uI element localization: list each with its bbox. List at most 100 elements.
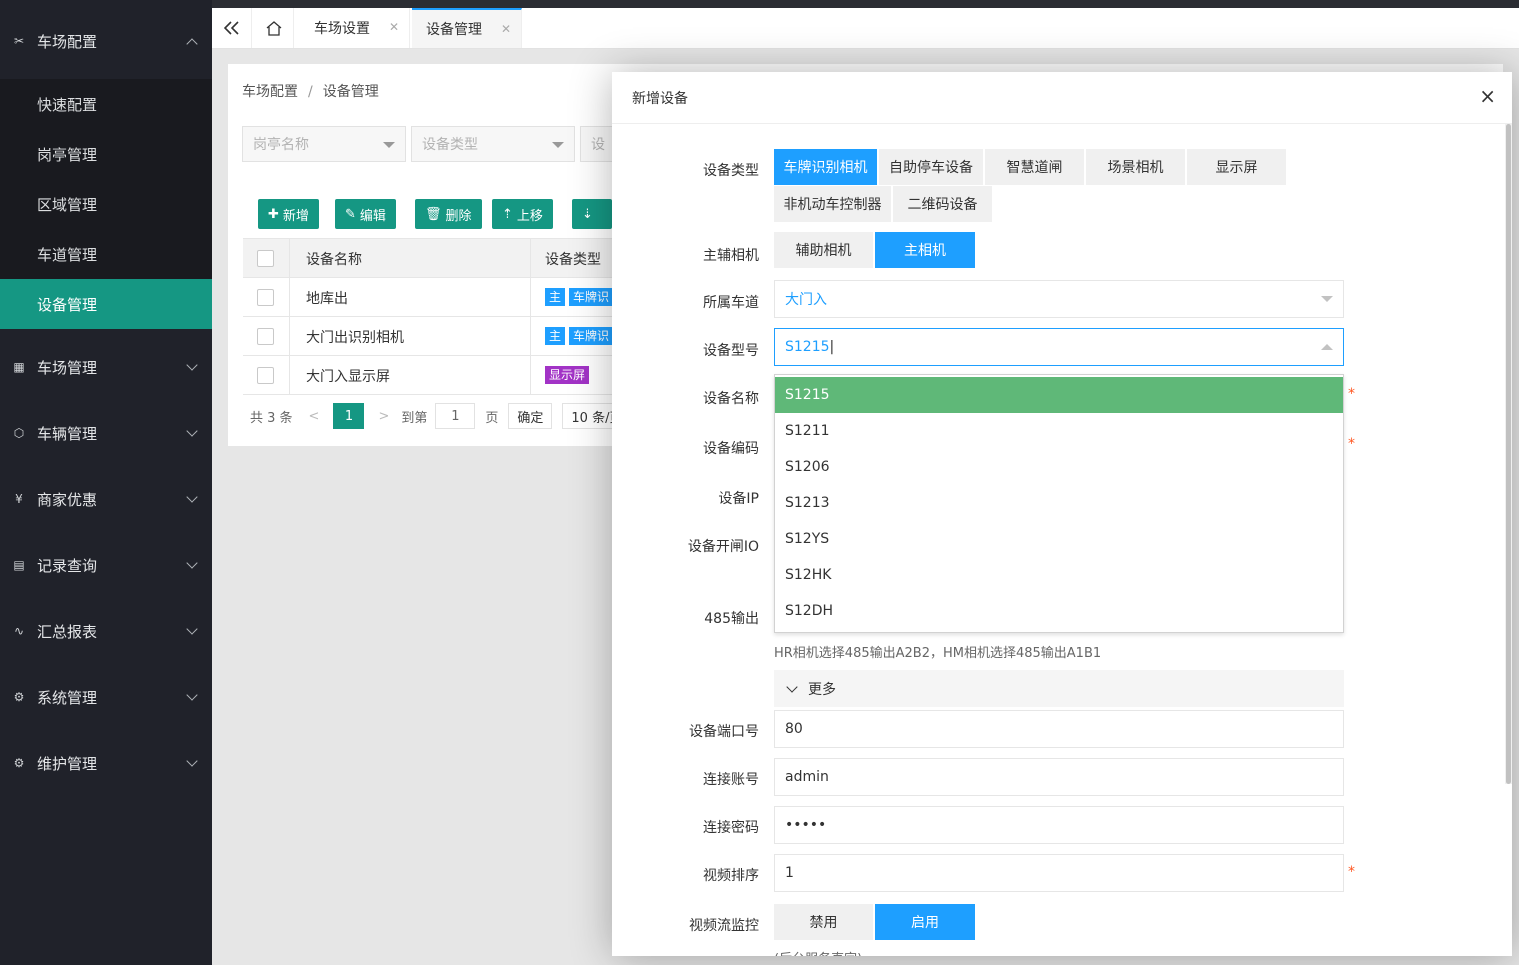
divider [530, 278, 531, 317]
sidebar-group-label: 汇总报表 [37, 622, 98, 641]
device-type-select[interactable]: 设备类型 [411, 126, 575, 162]
tab-label: 车场设置 [314, 21, 370, 37]
collapse-sidebar-button[interactable] [212, 8, 252, 48]
main-badge: 主 [545, 288, 566, 306]
password-input[interactable]: ••••• [774, 806, 1344, 844]
main-camera-option[interactable]: 主相机 [875, 232, 975, 268]
row-checkbox[interactable] [257, 367, 274, 384]
lane-select[interactable]: 大门入 [774, 280, 1344, 318]
prev-page-icon[interactable]: < [309, 409, 320, 424]
sidebar-group-reports[interactable]: ∿ 汇总报表 [0, 598, 212, 664]
chevron-down-icon [186, 689, 198, 701]
video-order-input[interactable]: 1 [774, 854, 1344, 892]
device-type-option[interactable]: 智慧道闸 [985, 149, 1084, 185]
port-value: 80 [785, 721, 803, 737]
select-all-checkbox[interactable] [257, 250, 274, 267]
chevron-down-icon [186, 359, 198, 371]
move-up-button[interactable]: ⇡ 上移 [492, 199, 553, 229]
delete-button[interactable]: 🗑 删除 [415, 199, 482, 229]
sidebar-item-device[interactable]: 设备管理 [0, 279, 212, 329]
more-toggle[interactable]: 更多 [774, 670, 1344, 707]
model-option[interactable]: S12DH [775, 593, 1343, 629]
sidebar-group-merchant[interactable]: ¥ 商家优惠 [0, 466, 212, 532]
sidebar-group-label: 车辆管理 [37, 424, 98, 443]
model-option[interactable]: S12HK [775, 557, 1343, 593]
aux-camera-option[interactable]: 辅助相机 [774, 232, 873, 268]
device-type-option[interactable]: 显示屏 [1187, 149, 1286, 185]
sidebar-item-quick-config[interactable]: 快速配置 [0, 79, 212, 129]
model-select[interactable]: S1215 | [774, 328, 1344, 366]
tab-device-management[interactable]: 设备管理 ✕ [412, 8, 522, 48]
model-option[interactable]: S1206 [775, 449, 1343, 485]
monitor-enable-option[interactable]: 启用 [875, 904, 975, 940]
add-device-modal: 新增设备 × 设备类型 车牌识别相机 自助停车设备 智慧道闸 场景相机 显示屏 … [612, 72, 1512, 956]
home-button[interactable] [254, 8, 294, 48]
port-input[interactable]: 80 [774, 710, 1344, 748]
sidebar-group-parking-config[interactable]: ✂ 车场配置 [0, 8, 212, 74]
next-page-icon[interactable]: > [378, 409, 389, 424]
chevron-down-icon [186, 557, 198, 569]
tab-parking-settings[interactable]: 车场设置 ✕ [300, 8, 410, 48]
current-page[interactable]: 1 [333, 403, 365, 429]
goto-confirm-button[interactable]: 确定 [508, 403, 553, 429]
model-option[interactable]: S1213 [775, 485, 1343, 521]
divider [289, 317, 290, 356]
sidebar-group-label: 系统管理 [37, 688, 98, 707]
sidebar-item-lane[interactable]: 车道管理 [0, 229, 212, 279]
button-label: 上移 [516, 208, 543, 224]
close-icon[interactable]: × [1479, 86, 1496, 106]
row-checkbox[interactable] [257, 328, 274, 345]
divider [530, 317, 531, 356]
account-input[interactable]: admin [774, 758, 1344, 796]
scrollbar[interactable] [1505, 124, 1512, 784]
device-type-label: 设备类型 [703, 163, 759, 179]
model-option[interactable]: S1215 [775, 377, 1343, 413]
tools-icon: ✂ [13, 34, 25, 48]
sidebar-group-system[interactable]: ⚙ 系统管理 [0, 664, 212, 730]
port-label: 设备端口号 [689, 724, 759, 740]
sidebar-item-booth[interactable]: 岗亭管理 [0, 129, 212, 179]
modal-header: 新增设备 [612, 72, 1512, 124]
sidebar-group-parking[interactable]: ▦ 车场管理 [0, 334, 212, 400]
close-icon[interactable]: ✕ [389, 20, 399, 34]
gear-icon: ⚙ [13, 756, 25, 770]
sort-down-icon: ⇣ [582, 206, 593, 222]
booth-name-select[interactable]: 岗亭名称 [242, 126, 406, 162]
edit-icon: ✎ [345, 206, 356, 222]
device-type-option[interactable]: 非机动车控制器 [774, 186, 891, 222]
name-label: 设备名称 [703, 391, 759, 407]
move-down-button[interactable]: ⇣ [572, 199, 612, 229]
code-label: 设备编码 [703, 441, 759, 457]
tab-label: 设备管理 [426, 22, 482, 38]
device-type-option[interactable]: 场景相机 [1086, 149, 1185, 185]
select-placeholder: 设 [591, 137, 605, 153]
sidebar-group-vehicle[interactable]: ⬡ 车辆管理 [0, 400, 212, 466]
main-badge: 主 [545, 327, 566, 345]
more-label: 更多 [808, 681, 836, 698]
device-type-option[interactable]: 二维码设备 [893, 186, 992, 222]
model-option[interactable]: S1211 [775, 413, 1343, 449]
close-icon[interactable]: ✕ [501, 22, 511, 36]
edit-button[interactable]: ✎ 编辑 [335, 199, 396, 229]
yen-icon: ¥ [15, 492, 23, 506]
monitor-disable-option[interactable]: 禁用 [774, 904, 873, 940]
modal-title: 新增设备 [632, 90, 688, 107]
divider [289, 356, 290, 395]
breadcrumb-item[interactable]: 车场配置 [242, 84, 298, 100]
scrollbar-thumb[interactable] [1506, 124, 1511, 784]
divider [289, 278, 290, 317]
device-type-cell: 显示屏 [545, 366, 590, 384]
sidebar-group-records[interactable]: ▤ 记录查询 [0, 532, 212, 598]
goto-page-input[interactable]: 1 [435, 403, 476, 429]
sidebar-group-maintenance[interactable]: ⚙ 维护管理 [0, 730, 212, 796]
model-option[interactable]: S12YS [775, 521, 1343, 557]
device-type-option[interactable]: 自助停车设备 [879, 149, 983, 185]
button-label: 新增 [282, 208, 309, 224]
divider [530, 356, 531, 395]
chevron-up-icon [186, 38, 198, 50]
add-button[interactable]: ✚ 新增 [258, 199, 319, 229]
required-mark: * [1348, 386, 1355, 402]
row-checkbox[interactable] [257, 289, 274, 306]
sidebar-item-area[interactable]: 区域管理 [0, 179, 212, 229]
device-type-option[interactable]: 车牌识别相机 [774, 149, 877, 185]
